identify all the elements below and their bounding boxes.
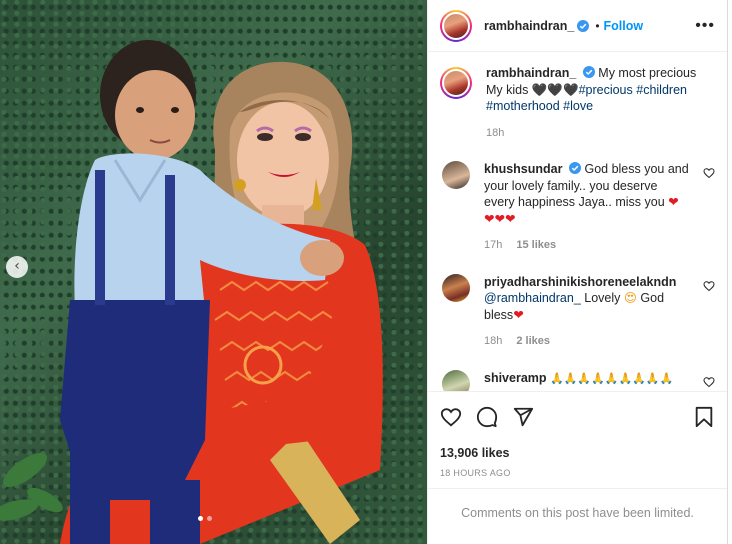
comment-likes[interactable]: 15 likes: [516, 237, 556, 254]
comment-text: Lovely: [584, 291, 621, 305]
post-actions: 13,906 likes 18 HOURS AGO: [428, 391, 727, 478]
comment-username[interactable]: priyadharshinikishoreneelakndn: [484, 275, 676, 289]
author-avatar[interactable]: [440, 67, 472, 99]
post-caption: rambhaindran_ My most precious My kids 🖤…: [440, 65, 715, 141]
comment-item: priyadharshinikishoreneelakndn @rambhain…: [440, 273, 715, 350]
like-comment-heart-icon[interactable]: [703, 280, 715, 292]
header-separator: •: [595, 18, 600, 33]
comment-time[interactable]: 17h: [484, 237, 502, 254]
comment-emoji: 😍: [623, 290, 637, 305]
comment-emoji-line: ❤❤❤: [484, 210, 516, 226]
author-username[interactable]: rambhaindran_: [484, 19, 574, 33]
caption-hearts: 🖤🖤🖤: [531, 81, 579, 97]
post-timestamp[interactable]: 18 HOURS AGO: [440, 468, 715, 478]
like-comment-heart-icon[interactable]: [703, 167, 715, 179]
comment-mention[interactable]: @rambhaindran_: [484, 291, 581, 305]
carousel-dot: [207, 516, 212, 521]
photo-illustration: [0, 40, 383, 544]
like-comment-heart-icon[interactable]: [703, 376, 715, 388]
hashtag-precious[interactable]: #precious: [579, 83, 633, 97]
verified-badge-icon: [582, 66, 595, 78]
commenter-avatar[interactable]: [442, 161, 470, 189]
comment-item: khushsundar God bless you and your lovel…: [440, 161, 715, 254]
save-bookmark-icon[interactable]: [693, 406, 715, 428]
comments-limited-notice: Comments on this post have been limited.: [428, 488, 727, 536]
caption-username[interactable]: rambhaindran_: [486, 66, 576, 80]
previous-photo-button[interactable]: ‹: [6, 256, 28, 278]
verified-badge-icon: [577, 19, 590, 32]
comment-username[interactable]: shiveramp: [484, 371, 547, 385]
author-avatar[interactable]: [440, 9, 472, 42]
comment-emoji: ❤: [668, 194, 679, 209]
hashtag-motherhood[interactable]: #motherhood: [486, 99, 560, 113]
commenter-avatar[interactable]: [442, 273, 470, 302]
like-heart-icon[interactable]: [440, 406, 462, 428]
comment-emoji-line: 🙏🙏🙏🙏🙏🙏🙏🙏🙏: [550, 371, 674, 385]
post-photo[interactable]: ‹: [0, 0, 427, 544]
comments-list[interactable]: rambhaindran_ My most precious My kids 🖤…: [428, 53, 727, 391]
share-send-icon[interactable]: [512, 406, 534, 428]
verified-badge-icon: [568, 162, 581, 174]
hashtag-love[interactable]: #love: [563, 99, 593, 113]
caption-time[interactable]: 18h: [486, 125, 504, 142]
post-sidebar: rambhaindran_ • Follow ••• rambhaindran_…: [427, 0, 728, 544]
carousel-dots: [198, 516, 212, 521]
comment-bubble-icon[interactable]: [476, 406, 498, 428]
likes-count[interactable]: 13,906 likes: [440, 446, 715, 460]
hashtag-children[interactable]: #children: [636, 83, 687, 97]
commenter-avatar[interactable]: [442, 369, 470, 391]
comment-likes[interactable]: 2 likes: [516, 333, 550, 350]
comment-time[interactable]: 18h: [484, 333, 502, 350]
comment-item: shiveramp 🙏🙏🙏🙏🙏🙏🙏🙏🙏: [440, 369, 715, 391]
comment-emoji-end: ❤: [513, 306, 524, 322]
comment-username[interactable]: khushsundar: [484, 162, 563, 176]
follow-button[interactable]: Follow: [604, 19, 644, 33]
carousel-dot: [198, 516, 203, 521]
post-header: rambhaindran_ • Follow •••: [428, 0, 727, 52]
more-options-icon[interactable]: •••: [695, 17, 715, 35]
